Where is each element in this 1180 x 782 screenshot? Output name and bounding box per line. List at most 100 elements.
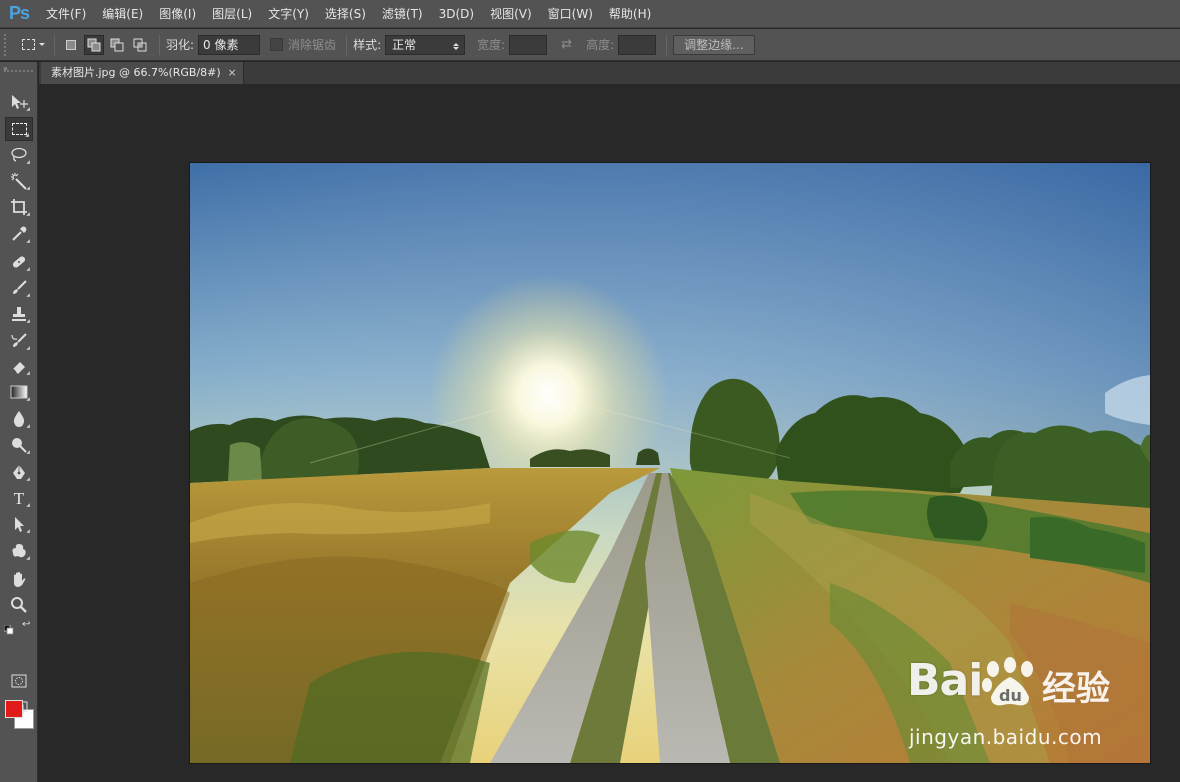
new-selection-button[interactable]	[61, 35, 81, 55]
healing-brush-tool[interactable]	[5, 250, 33, 274]
height-input[interactable]	[618, 34, 657, 55]
dodge-tool[interactable]	[5, 433, 33, 457]
move-tool-icon	[12, 95, 28, 109]
default-colors-icon[interactable]	[3, 620, 14, 639]
hand-tool[interactable]	[5, 567, 33, 591]
pen-tool[interactable]	[5, 460, 33, 484]
zoom-tool[interactable]	[5, 593, 33, 617]
tools-panel-grip[interactable]	[4, 64, 33, 72]
close-document-icon[interactable]: ×	[227, 62, 236, 84]
watermark-du-text: du	[999, 686, 1022, 705]
type-tool[interactable]: T	[5, 486, 33, 510]
brush-tool[interactable]	[5, 276, 33, 300]
custom-shape-tool[interactable]	[5, 539, 33, 563]
magic-wand-tool[interactable]	[5, 169, 33, 193]
watermark-url: jingyan.baidu.com	[909, 725, 1103, 749]
dodge-icon	[12, 438, 27, 453]
crop-tool[interactable]	[5, 195, 33, 219]
bandage-icon	[12, 256, 26, 268]
antialias-label: 消除锯齿	[288, 38, 337, 52]
separator	[54, 34, 55, 55]
document-title: 素材图片.jpg @ 66.7%(RGB/8#)	[51, 66, 221, 79]
width-input[interactable]	[509, 34, 548, 55]
subtract-from-selection-button[interactable]	[107, 35, 127, 55]
menu-edit[interactable]: 编辑(E)	[94, 0, 151, 28]
clone-stamp-tool[interactable]	[5, 302, 33, 326]
options-bar-grip[interactable]	[4, 33, 10, 56]
chevron-down-icon	[38, 43, 45, 49]
menu-view[interactable]: 视图(V)	[482, 0, 540, 28]
height-label: 高度:	[586, 38, 615, 52]
quick-mask-icon	[11, 674, 27, 688]
eyedropper-tool[interactable]	[5, 222, 33, 246]
eraser-icon	[12, 362, 25, 374]
swap-colors-icon[interactable]: ↩	[22, 619, 30, 630]
marquee-preset-icon	[21, 39, 35, 50]
menu-window[interactable]: 窗口(W)	[540, 0, 601, 28]
collapse-panel-icon[interactable]: »	[3, 65, 8, 73]
brush-icon	[13, 280, 27, 294]
photoshop-window: Ps 文件(F) 编辑(E) 图像(I) 图层(L) 文字(Y) 选择(S) 滤…	[0, 0, 1180, 782]
add-to-selection-icon	[87, 38, 101, 51]
watermark-brand: 经验	[1042, 669, 1110, 709]
subtract-selection-icon	[110, 38, 124, 51]
separator	[666, 34, 668, 55]
drop-icon	[13, 411, 25, 427]
shape-icon	[12, 544, 26, 558]
document-tab[interactable]: 素材图片.jpg @ 66.7%(RGB/8#) ×	[41, 62, 244, 84]
type-icon: T	[13, 488, 25, 508]
new-selection-icon	[66, 39, 76, 50]
antialias-checkbox[interactable]	[270, 38, 284, 51]
lasso-icon	[11, 147, 27, 162]
feather-input[interactable]: 0 像素	[198, 34, 261, 55]
hand-icon	[14, 572, 26, 587]
lasso-tool[interactable]	[5, 143, 33, 167]
refine-edge-button[interactable]: 调整边缘...	[673, 34, 755, 55]
stamp-icon	[12, 307, 26, 321]
blur-tool[interactable]	[5, 407, 33, 431]
options-bar: 羽化: 0 像素 消除锯齿 样式: 正常 宽度: ⇄ 高度: 调整边缘...	[0, 29, 1180, 61]
foreground-color-swatch[interactable]	[5, 700, 23, 718]
menu-filter[interactable]: 滤镜(T)	[374, 0, 431, 28]
baidu-jingyan-watermark: Bai du 经验 jingyan.baidu.com	[907, 655, 1147, 765]
menu-3d[interactable]: 3D(D)	[431, 0, 482, 28]
intersect-selection-button[interactable]	[130, 35, 150, 55]
document-tab-bar: 素材图片.jpg @ 66.7%(RGB/8#) ×	[39, 62, 1180, 84]
menu-help[interactable]: 帮助(H)	[601, 0, 659, 28]
style-label: 样式:	[353, 38, 382, 52]
history-brush-tool[interactable]	[5, 329, 33, 353]
path-selection-tool[interactable]	[5, 512, 33, 536]
menu-bar: Ps 文件(F) 编辑(E) 图像(I) 图层(L) 文字(Y) 选择(S) 滤…	[0, 0, 1180, 28]
magnifier-icon	[11, 597, 27, 613]
menu-image[interactable]: 图像(I)	[151, 0, 204, 28]
eyedropper-icon	[12, 226, 27, 241]
move-tool[interactable]	[5, 90, 33, 114]
photoshop-logo: Ps	[8, 3, 30, 23]
swap-dimensions-icon[interactable]: ⇄	[561, 37, 572, 52]
rectangular-marquee-tool[interactable]	[5, 117, 33, 141]
arrow-pointer-icon	[15, 517, 24, 532]
marquee-icon	[11, 123, 27, 135]
separator	[346, 34, 348, 55]
tools-panel: » T ↩	[0, 62, 38, 782]
eraser-tool[interactable]	[5, 354, 33, 378]
quick-mask-button[interactable]	[5, 669, 33, 693]
tool-preset-picker[interactable]	[18, 34, 48, 56]
pen-icon	[13, 465, 25, 479]
menu-layer[interactable]: 图层(L)	[204, 0, 260, 28]
watermark-logo-text: Bai	[907, 655, 983, 706]
gradient-tool[interactable]	[5, 380, 33, 404]
baidu-paw-icon: du	[982, 657, 1033, 706]
magic-wand-icon	[11, 173, 27, 190]
gradient-icon	[10, 385, 28, 399]
style-select[interactable]: 正常	[385, 34, 466, 55]
menu-select[interactable]: 选择(S)	[317, 0, 374, 28]
add-to-selection-button[interactable]	[84, 34, 104, 55]
width-label: 宽度:	[477, 38, 506, 52]
separator	[159, 34, 160, 55]
intersect-selection-icon	[133, 38, 147, 51]
crop-icon	[11, 199, 27, 215]
menu-file[interactable]: 文件(F)	[38, 0, 94, 28]
menu-type[interactable]: 文字(Y)	[260, 0, 317, 28]
history-brush-icon	[11, 333, 27, 347]
